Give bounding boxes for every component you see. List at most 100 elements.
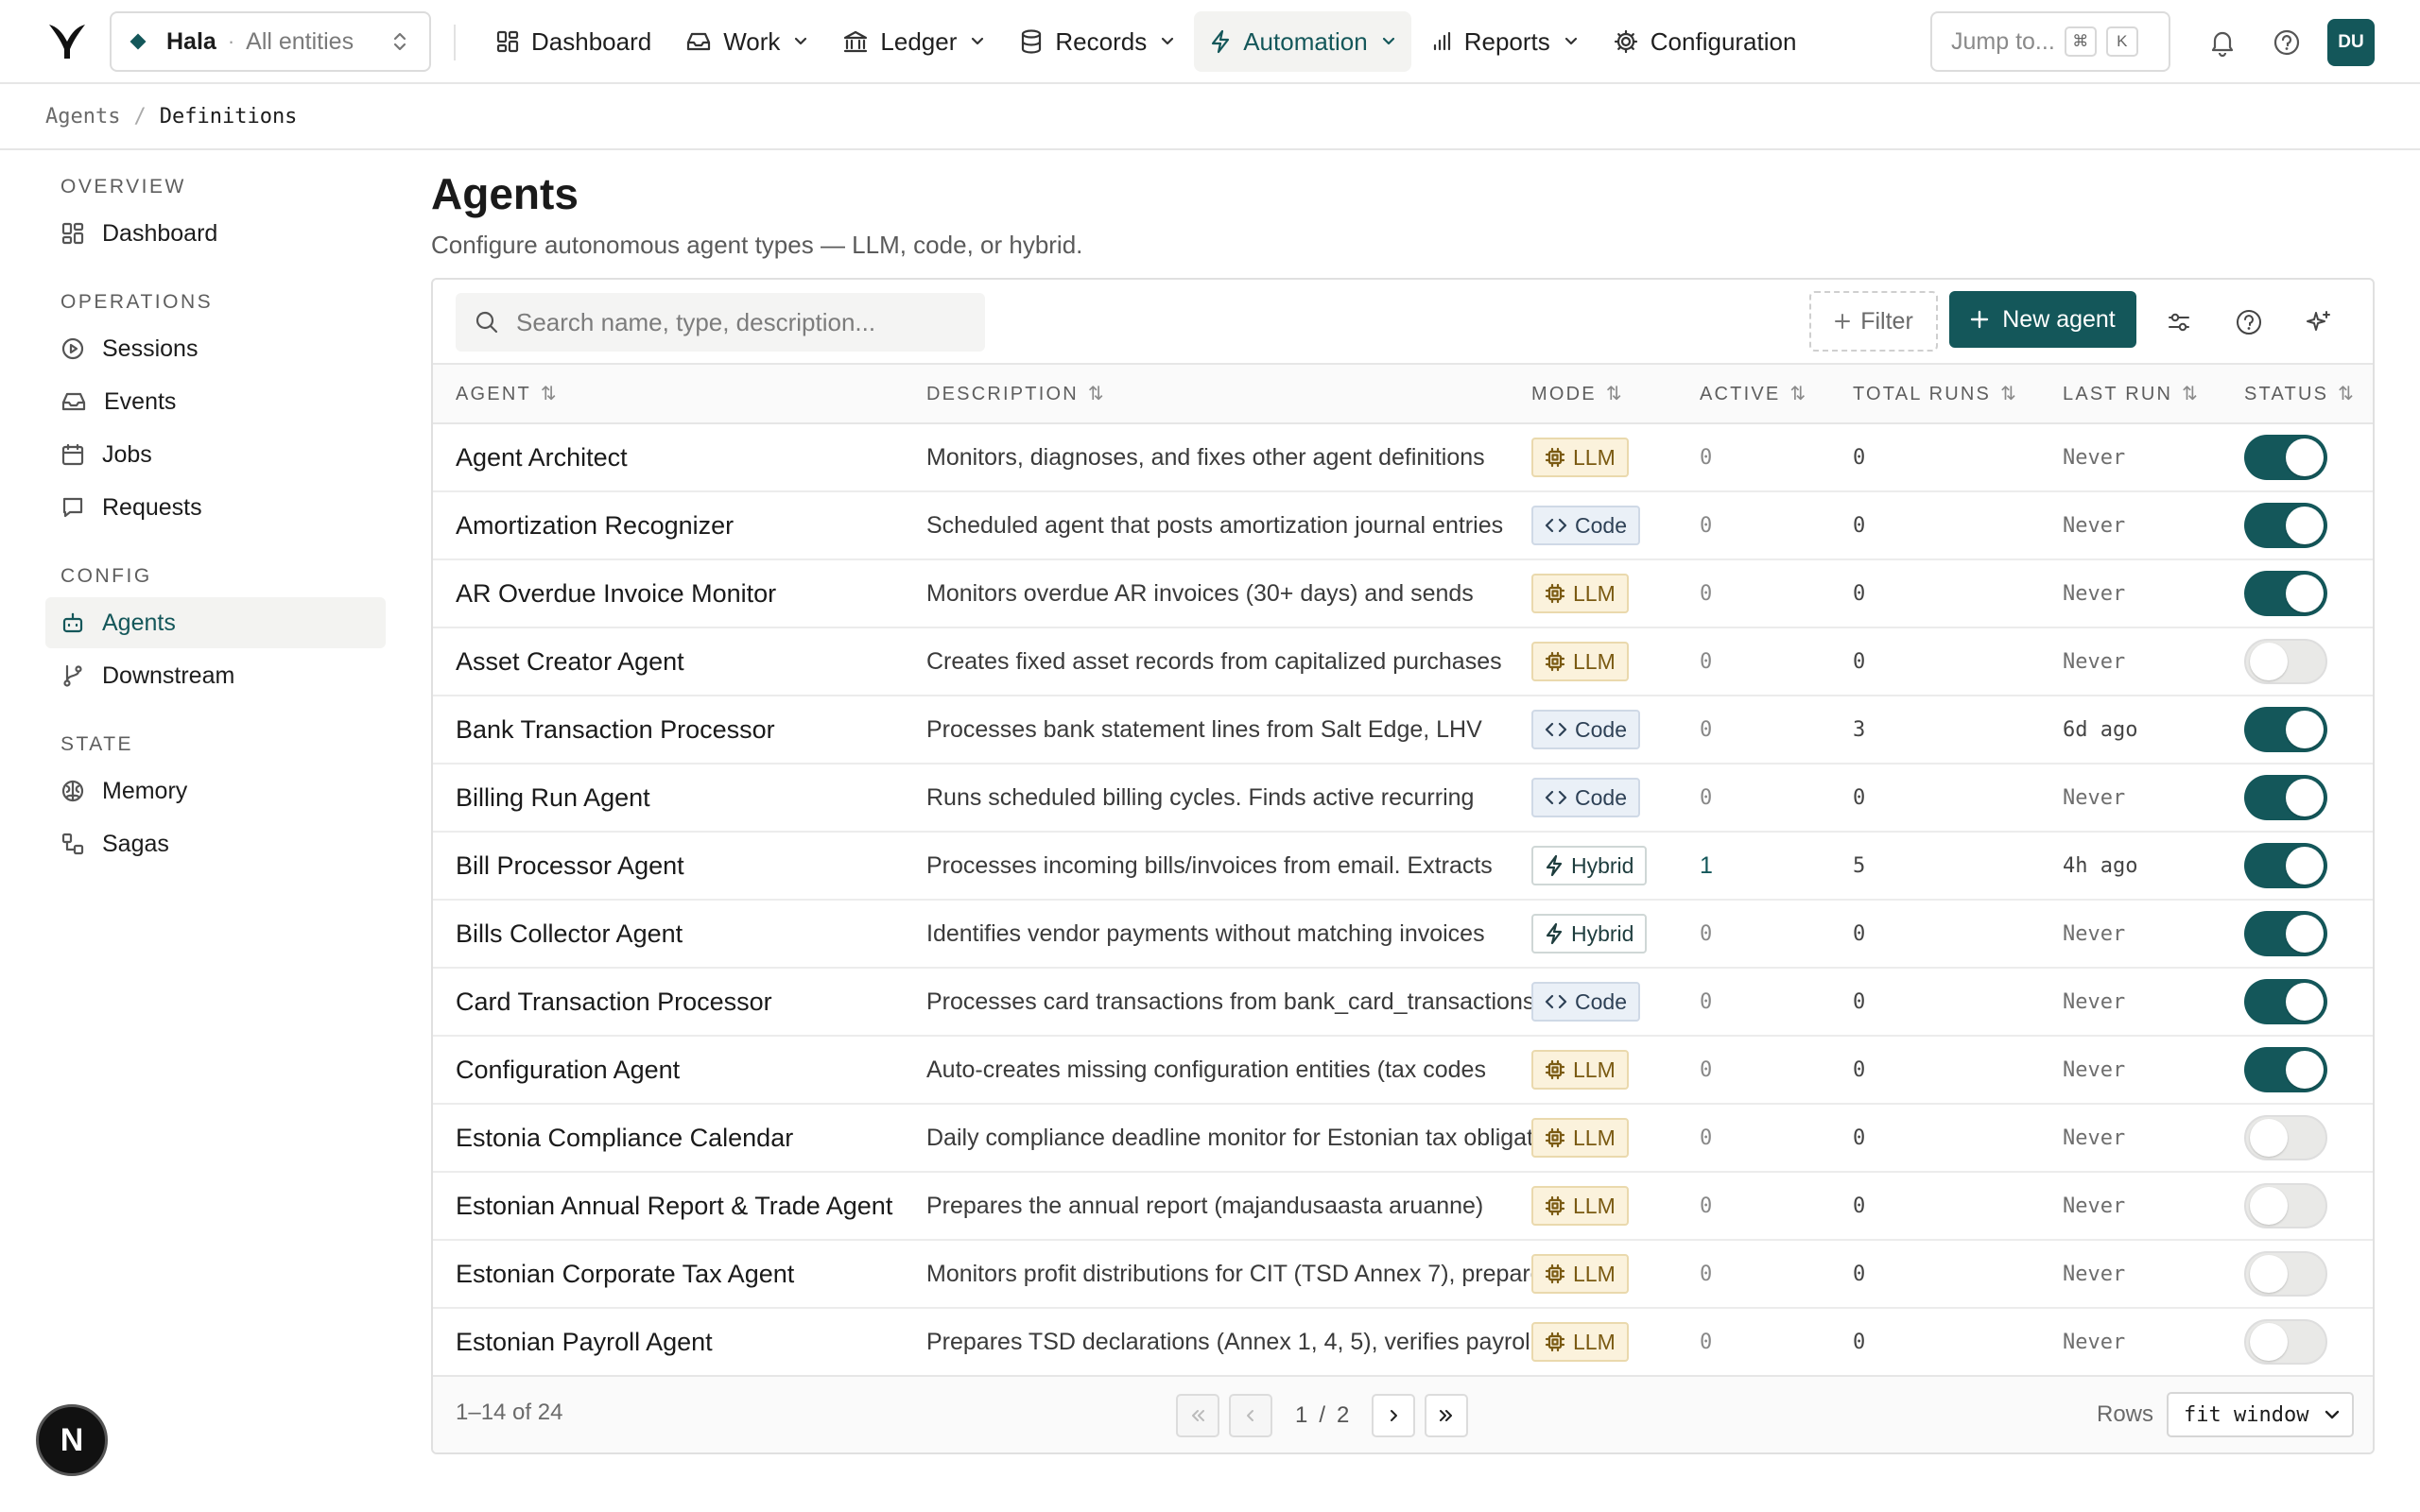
agent-name-link[interactable]: Estonia Compliance Calendar bbox=[456, 1124, 793, 1152]
avatar[interactable]: DU bbox=[2327, 19, 2375, 66]
agent-name-link[interactable]: Estonian Corporate Tax Agent bbox=[456, 1260, 794, 1288]
sidebar-item-sagas[interactable]: Sagas bbox=[45, 818, 386, 869]
table-row[interactable]: Bill Processor Agent Processes incoming b… bbox=[433, 832, 2373, 901]
table-row[interactable]: Estonian Corporate Tax Agent Monitors pro… bbox=[433, 1240, 2373, 1309]
nav-dashboard[interactable]: Dashboard bbox=[480, 11, 666, 72]
sidebar-item-label: Events bbox=[104, 387, 177, 415]
agent-name-link[interactable]: Bills Collector Agent bbox=[456, 919, 683, 948]
table-row[interactable]: AR Overdue Invoice Monitor Monitors overd… bbox=[433, 559, 2373, 628]
sidebar-item-downstream[interactable]: Downstream bbox=[45, 650, 386, 701]
status-toggle[interactable] bbox=[2244, 503, 2327, 548]
column-header-active[interactable]: ACTIVE ⇅ bbox=[1700, 365, 1853, 424]
table-row[interactable]: Asset Creator Agent Creates fixed asset r… bbox=[433, 627, 2373, 696]
entity-switcher[interactable]: Hala · All entities bbox=[110, 11, 431, 72]
help-circle-icon[interactable] bbox=[2231, 304, 2267, 340]
status-toggle[interactable] bbox=[2244, 775, 2327, 820]
agent-name-link[interactable]: Card Transaction Processor bbox=[456, 988, 772, 1016]
toggle-knob bbox=[2250, 643, 2288, 680]
status-toggle[interactable] bbox=[2244, 911, 2327, 956]
agent-name-link[interactable]: Bank Transaction Processor bbox=[456, 715, 775, 744]
last-page-button[interactable] bbox=[1425, 1394, 1469, 1437]
nav-automation[interactable]: Automation bbox=[1194, 11, 1411, 72]
status-toggle[interactable] bbox=[2244, 1115, 2327, 1160]
sidebar-item-requests[interactable]: Requests bbox=[45, 482, 386, 533]
agent-name-link[interactable]: Bill Processor Agent bbox=[456, 851, 684, 880]
sidebar-item-memory[interactable]: Memory bbox=[45, 765, 386, 816]
table-row[interactable]: Estonian Payroll Agent Prepares TSD decla… bbox=[433, 1308, 2373, 1377]
nav-records[interactable]: Records bbox=[1004, 11, 1190, 72]
status-toggle[interactable] bbox=[2244, 571, 2327, 616]
status-toggle[interactable] bbox=[2244, 1319, 2327, 1365]
column-header-agent[interactable]: AGENT ⇅ bbox=[433, 365, 926, 424]
agent-name-link[interactable]: Agent Architect bbox=[456, 443, 628, 472]
column-header-total-runs[interactable]: TOTAL RUNS ⇅ bbox=[1853, 365, 2063, 424]
mode-badge: Code bbox=[1531, 982, 1640, 1022]
status-toggle[interactable] bbox=[2244, 707, 2327, 752]
breadcrumb-agents[interactable]: Agents bbox=[45, 105, 120, 129]
filter-button[interactable]: Filter bbox=[1809, 291, 1938, 352]
column-header-mode[interactable]: MODE ⇅ bbox=[1531, 365, 1700, 424]
prev-page-button[interactable] bbox=[1229, 1394, 1272, 1437]
search-box[interactable] bbox=[456, 293, 985, 352]
status-toggle[interactable] bbox=[2244, 1183, 2327, 1228]
first-page-button[interactable] bbox=[1176, 1394, 1219, 1437]
agent-name-link[interactable]: Configuration Agent bbox=[456, 1056, 680, 1084]
status-toggle[interactable] bbox=[2244, 979, 2327, 1024]
rows-per-page-select[interactable]: fit window bbox=[2167, 1392, 2354, 1437]
sparkles-icon[interactable] bbox=[2301, 304, 2337, 340]
status-toggle[interactable] bbox=[2244, 639, 2327, 684]
workflow-icon bbox=[60, 832, 85, 856]
agent-description: Identifies vendor payments without match… bbox=[926, 900, 1531, 969]
next-page-button[interactable] bbox=[1372, 1394, 1416, 1437]
table-row[interactable]: Card Transaction Processor Processes card… bbox=[433, 968, 2373, 1037]
column-header-description[interactable]: DESCRIPTION ⇅ bbox=[926, 365, 1531, 424]
table-row[interactable]: Bills Collector Agent Identifies vendor p… bbox=[433, 900, 2373, 969]
status-toggle[interactable] bbox=[2244, 435, 2327, 480]
agent-name-link[interactable]: Estonian Annual Report & Trade Agent bbox=[456, 1192, 892, 1220]
table-row[interactable]: Estonian Annual Report & Trade Agent Prep… bbox=[433, 1172, 2373, 1241]
status-toggle[interactable] bbox=[2244, 1251, 2327, 1297]
column-header-last-run[interactable]: LAST RUN ⇅ bbox=[2063, 365, 2244, 424]
sliders-icon[interactable] bbox=[2161, 304, 2197, 340]
sidebar-item-agents[interactable]: Agents bbox=[45, 597, 386, 648]
mode-label: Code bbox=[1575, 988, 1627, 1014]
agent-name-link[interactable]: Asset Creator Agent bbox=[456, 647, 684, 676]
status-toggle[interactable] bbox=[2244, 1047, 2327, 1092]
nav-work[interactable]: Work bbox=[670, 11, 823, 72]
active-count: 0 bbox=[1700, 900, 1853, 969]
bell-icon[interactable] bbox=[2206, 26, 2238, 59]
nav-configuration[interactable]: Configuration bbox=[1598, 11, 1812, 72]
column-header-status[interactable]: STATUS ⇅ bbox=[2244, 365, 2373, 424]
agent-name-link[interactable]: Amortization Recognizer bbox=[456, 511, 734, 540]
mode-label: Hybrid bbox=[1571, 920, 1634, 946]
jump-to-search[interactable]: Jump to... ⌘ K bbox=[1930, 11, 2170, 72]
dev-tools-button[interactable]: N bbox=[36, 1404, 108, 1476]
status-toggle[interactable] bbox=[2244, 843, 2327, 888]
nav-reports[interactable]: Reports bbox=[1415, 11, 1594, 72]
sidebar-item-dashboard[interactable]: Dashboard bbox=[45, 208, 386, 259]
nav-label: Reports bbox=[1463, 26, 1550, 56]
table-row[interactable]: Bank Transaction Processor Processes bank… bbox=[433, 696, 2373, 765]
new-agent-button[interactable]: New agent bbox=[1949, 291, 2136, 348]
table-row[interactable]: Estonia Compliance Calendar Daily complia… bbox=[433, 1104, 2373, 1173]
table-row[interactable]: Billing Run Agent Runs scheduled billing … bbox=[433, 764, 2373, 833]
sidebar-item-jobs[interactable]: Jobs bbox=[45, 429, 386, 480]
agent-description: Prepares the annual report (majandusaast… bbox=[926, 1172, 1531, 1241]
toggle-knob bbox=[2250, 1187, 2288, 1225]
last-run: Never bbox=[2063, 1240, 2244, 1309]
help-icon[interactable] bbox=[2271, 26, 2303, 59]
nav-ledger[interactable]: Ledger bbox=[827, 11, 1000, 72]
table-row[interactable]: Configuration Agent Auto-creates missing … bbox=[433, 1036, 2373, 1105]
table-row[interactable]: Agent Architect Monitors, diagnoses, and … bbox=[433, 423, 2373, 492]
sidebar-item-sessions[interactable]: Sessions bbox=[45, 323, 386, 374]
agent-name-link[interactable]: Billing Run Agent bbox=[456, 783, 650, 812]
search-input[interactable] bbox=[516, 307, 970, 337]
agent-name-link[interactable]: Estonian Payroll Agent bbox=[456, 1328, 713, 1356]
mode-label: LLM bbox=[1573, 444, 1616, 470]
table-row[interactable]: Amortization Recognizer Scheduled agent t… bbox=[433, 491, 2373, 560]
chevron-down-icon bbox=[1564, 36, 1579, 47]
sidebar-item-events[interactable]: Events bbox=[45, 376, 386, 427]
logo-icon[interactable] bbox=[47, 21, 87, 60]
agent-name-link[interactable]: AR Overdue Invoice Monitor bbox=[456, 579, 776, 608]
code-icon bbox=[1545, 992, 1567, 1011]
